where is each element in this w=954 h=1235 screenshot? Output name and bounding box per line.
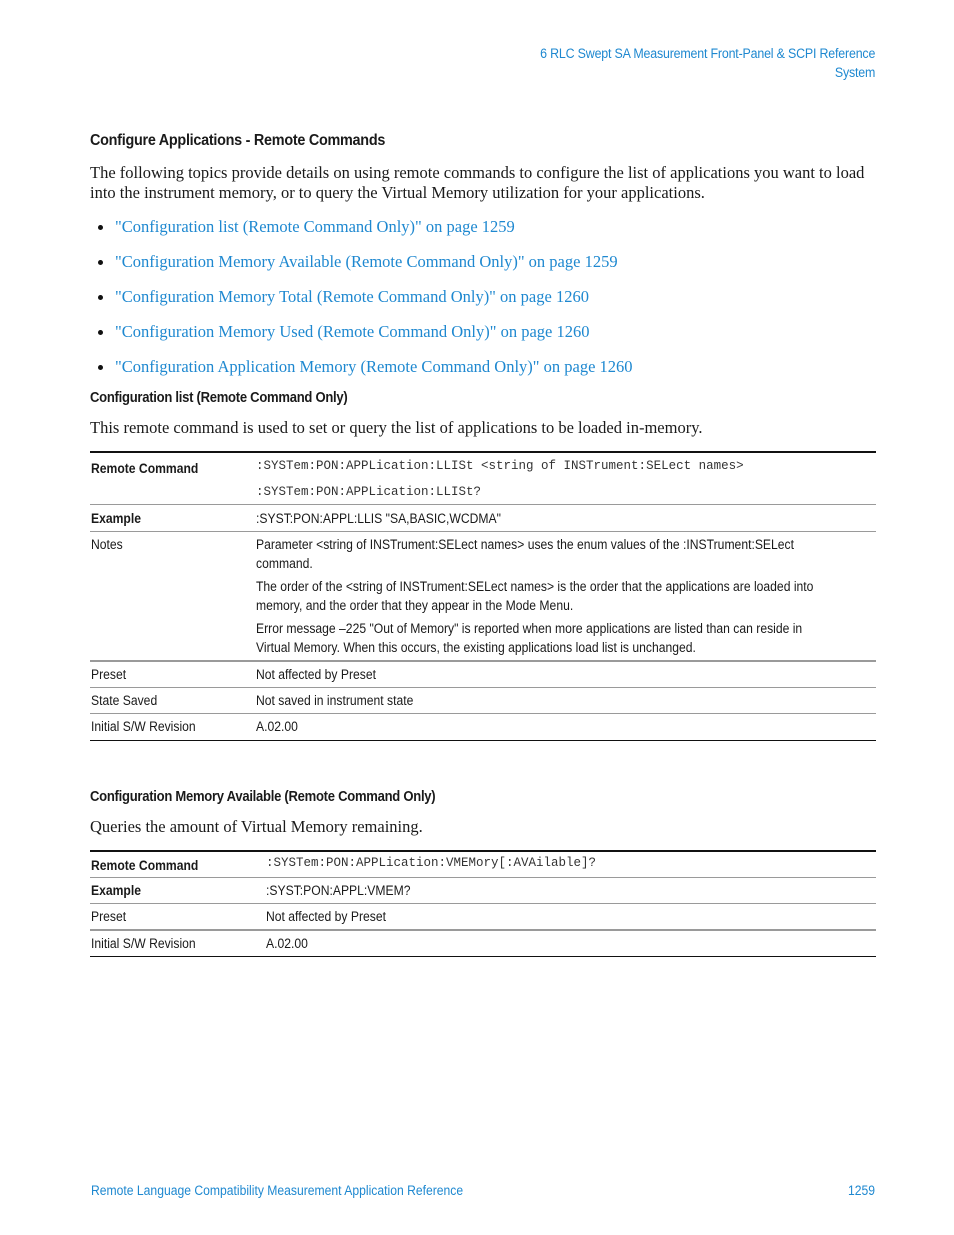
table-row: Initial S/W Revision A.02.00 (90, 930, 876, 957)
row-label: Example (91, 883, 141, 898)
list-item: "Configuration Memory Used (Remote Comma… (90, 322, 876, 357)
section-title-memory-available: Configuration Memory Available (Remote C… (90, 789, 436, 805)
page-number: 1259 (847, 1183, 875, 1198)
bullet-icon (98, 330, 103, 335)
example-value: :SYST:PON:APPL:VMEM? (266, 883, 411, 898)
notes-paragraph: Parameter <string of INSTrument:SELect n… (256, 537, 795, 571)
row-label: Preset (91, 909, 127, 924)
table-row: Notes Parameter <string of INSTrument:SE… (90, 531, 876, 662)
row-label: Preset (91, 667, 127, 682)
footer-title: Remote Language Compatibility Measuremen… (91, 1183, 464, 1198)
table-row: Remote Command :SYSTem:PON:APPLication:V… (90, 851, 876, 878)
command-table-memory-available: Remote Command :SYSTem:PON:APPLication:V… (90, 850, 876, 957)
bullet-icon (98, 295, 103, 300)
revision-value: A.02.00 (266, 936, 308, 951)
row-label: Initial S/W Revision (91, 936, 196, 951)
link-memory-available[interactable]: "Configuration Memory Available (Remote … (115, 252, 618, 271)
table-row: Remote Command :SYSTem:PON:APPLication:L… (90, 452, 876, 505)
row-label: Remote Command (91, 461, 199, 476)
bullet-icon (98, 365, 103, 370)
table-row: Preset Not affected by Preset (90, 661, 876, 688)
list-item: "Configuration Memory Available (Remote … (90, 252, 876, 287)
remote-command-set: :SYSTem:PON:APPLication:LLISt <string of… (256, 459, 744, 473)
section-description: This remote command is used to set or qu… (90, 418, 703, 437)
main-content: Configure Applications - Remote Commands… (90, 132, 876, 957)
list-item: "Configuration Application Memory (Remot… (90, 357, 876, 392)
bullet-icon (98, 260, 103, 265)
list-item: "Configuration Memory Total (Remote Comm… (90, 287, 876, 322)
link-memory-used[interactable]: "Configuration Memory Used (Remote Comma… (115, 322, 589, 341)
row-label: Notes (91, 537, 123, 552)
table-row: State Saved Not saved in instrument stat… (90, 687, 876, 714)
example-value: :SYST:PON:APPL:LLIS "SA,BASIC,WCDMA" (256, 511, 501, 526)
table-row: Initial S/W Revision A.02.00 (90, 713, 876, 741)
revision-value: A.02.00 (256, 719, 298, 734)
link-configuration-list[interactable]: "Configuration list (Remote Command Only… (115, 217, 515, 236)
notes-paragraph: The order of the <string of INSTrument:S… (256, 579, 814, 613)
state-saved-value: Not saved in instrument state (256, 693, 414, 708)
preset-value: Not affected by Preset (266, 909, 386, 924)
running-header: 6 RLC Swept SA Measurement Front-Panel &… (540, 44, 875, 82)
preset-value: Not affected by Preset (256, 667, 376, 682)
command-table-configuration-list: Remote Command :SYSTem:PON:APPLication:L… (90, 451, 876, 741)
intro-paragraph: The following topics provide details on … (90, 163, 865, 202)
table-row: Example :SYST:PON:APPL:VMEM? (90, 877, 876, 904)
bullet-icon (98, 225, 103, 230)
remote-command-query: :SYSTem:PON:APPLication:VMEMory[:AVAilab… (266, 856, 597, 870)
section-description: Queries the amount of Virtual Memory rem… (90, 817, 423, 836)
notes-paragraph: Error message –225 "Out of Memory" is re… (256, 621, 803, 655)
section-title-configuration-list: Configuration list (Remote Command Only) (90, 390, 348, 406)
chapter-title: 6 RLC Swept SA Measurement Front-Panel &… (539, 46, 875, 61)
list-item: "Configuration list (Remote Command Only… (90, 217, 876, 252)
topic-links: "Configuration list (Remote Command Only… (90, 217, 876, 392)
row-label: Remote Command (91, 858, 199, 873)
link-application-memory[interactable]: "Configuration Application Memory (Remot… (115, 357, 633, 376)
remote-command-query: :SYSTem:PON:APPLication:LLISt? (256, 485, 482, 499)
link-memory-total[interactable]: "Configuration Memory Total (Remote Comm… (115, 287, 589, 306)
table-row: Preset Not affected by Preset (90, 903, 876, 931)
row-label: Example (91, 511, 141, 526)
section-title: System (834, 65, 875, 80)
table-row: Example :SYST:PON:APPL:LLIS "SA,BASIC,WC… (90, 504, 876, 532)
page-title: Configure Applications - Remote Commands (90, 132, 386, 149)
row-label: Initial S/W Revision (91, 719, 196, 734)
row-label: State Saved (91, 693, 158, 708)
